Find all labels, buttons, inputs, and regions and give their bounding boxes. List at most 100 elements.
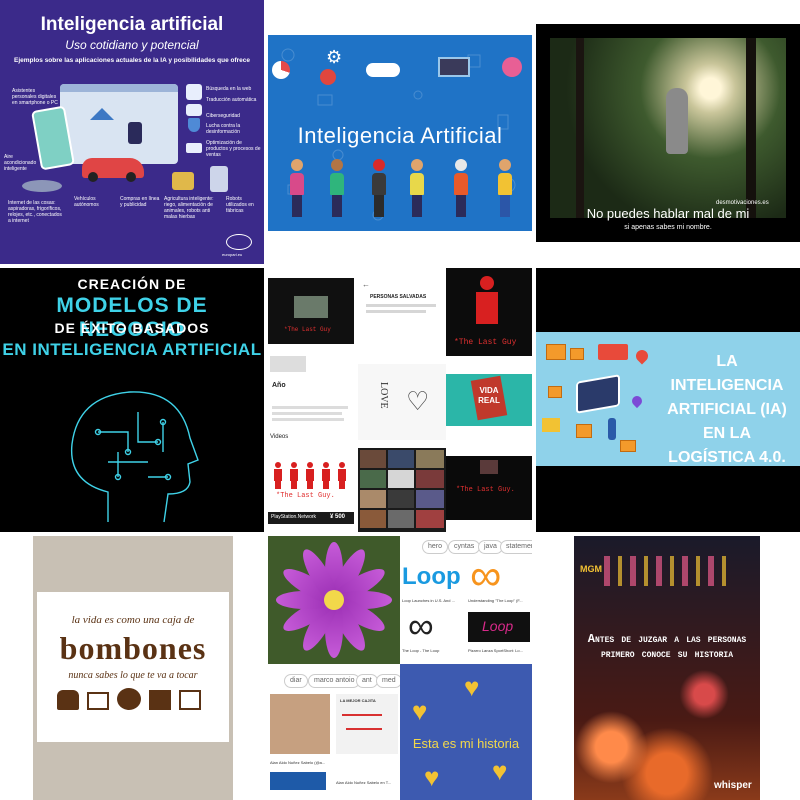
tile-flower-loop-collage[interactable]: hero cyntas java statement Loop ∞ Loop L… [268,536,532,800]
purple-flower-photo [268,536,400,664]
loop-logo: Loop [402,563,461,590]
car-wheel-icon [88,172,98,182]
whisper-logo: whisper [714,780,752,791]
pie-chart-icon [272,61,290,79]
tile5-text-line [272,418,344,421]
circuit-head-icon [70,391,199,523]
card-icon [186,143,202,153]
red-person-icon [476,292,498,324]
chocolate-icon [57,690,79,710]
chocolate-icon [149,690,171,710]
tile-ia-uso-cotidiano[interactable]: Inteligencia artificial Uso cotidiano y … [0,0,264,264]
tile5-small-thumb [480,460,498,474]
filter-chip[interactable]: med [376,674,402,688]
person-figure [498,159,512,217]
tile-last-guy-collage[interactable]: *The Last Guy ← PERSONAS SALVADAS *The L… [268,268,532,532]
city-lights [604,556,734,586]
chocolate-icon [87,692,109,710]
tree-trunk [746,38,756,218]
tile8-red-line [342,714,382,716]
tile8-caption4: Pizarro Lanza SportShort: Lo... [468,648,523,653]
tile1-footer: europarl.eu [222,252,243,257]
infinity-orange-icon: ∞ [470,551,502,600]
tile4-line3: DE ÉXITO BASADOS [54,320,210,336]
tile9-text: Antes de juzgar a las personas primero c… [587,632,747,661]
tile4-line4: EN INTELIGENCIA ARTIFICIAL [2,340,262,359]
heart-icon: ♥ [492,756,508,786]
tile1-label-vehiculos: Vehículos autónomos [74,196,99,208]
tile8-caption6: Alan Aldo Nuñez Sabelo en T... [336,780,392,785]
tile5-panel-thumb [270,356,306,372]
tile1-label-robots: Robots utilizados en fábricas [226,196,254,214]
tile4-line1: CREACIÓN DE [77,276,187,292]
filter-chip[interactable]: marco antoio [308,674,361,688]
globe-icon [320,69,336,85]
tile5-lastguy-label: *The Last Guy [284,326,331,333]
tile5-red-figure-panel: *The Last Guy [446,268,532,356]
tile1-label-ciber: Ciberseguridad [206,113,240,119]
package-icon [546,344,566,360]
profile-results-panel: diar marco antoio ant med LA MEJOR CAJIT… [268,664,402,800]
tile1-subtitle: Uso cotidiano y potencial [65,38,199,52]
person-figure [290,159,304,217]
tile7-line1: la vida es como una caja de [71,614,195,626]
tile-inteligencia-artificial-blue[interactable]: ⚙ Inteligencia Artificial [268,35,532,231]
tile-ia-logistica[interactable]: LA INTELIGENCIA ARTIFICIAL (IA) EN LA LO… [536,268,800,532]
tile5-personas: PERSONAS SALVADAS [370,294,427,300]
tile1-screen-panel [60,84,178,164]
tile-modelos-negocio[interactable]: CREACIÓN DE MODELOS DE NEGOCIO DE ÉXITO … [0,268,264,532]
man-portrait [270,694,330,754]
tile1-label-compras: Compras en línea y publicidad [120,196,160,208]
tile3-sub: si apenas sabes mi nombre. [624,224,712,231]
tile1-label-agricultura: Agricultura inteligente: riego, alimenta… [164,196,214,220]
red-person-icon [480,276,494,290]
person-figure [372,159,386,217]
tile8-caption1: Loop Launches in U.S. And ... [402,598,455,603]
loop-dark-thumb: Loop [468,612,530,642]
translate-icon [186,104,202,116]
magnifier-icon [186,84,202,100]
woman-figure [666,88,688,154]
filter-chip[interactable]: statement [500,540,532,554]
tile-antes-de-juzgar[interactable]: MGM Antes de juzgar a las personas prime… [574,536,760,800]
tile1-label-optimizacion: Optimización de productos y procesos de … [206,140,261,158]
watch-icon [128,122,142,144]
tile5-love-sketch: LOVE ♡ [358,364,446,440]
tile8-story: Esta es mi historia [412,736,520,751]
package-icon [620,440,636,452]
tile8-bubble: LA MEJOR CAJITA [340,698,376,703]
tile8-blue-thumb [270,772,326,790]
tile2-title: Inteligencia Artificial [297,123,503,148]
tile8-caption3: The Loop - The Loop [402,648,440,653]
filter-chip[interactable]: diar [284,674,308,688]
package-icon [576,424,592,438]
tile-caja-de-bombones[interactable]: la vida es como una caja de bombones nun… [33,536,233,800]
tile5-vida-real: VIDA REAL [446,374,532,426]
tile5-vida: VIDA [479,386,499,395]
heart-icon: ♥ [412,696,428,726]
wheat-icon [172,172,194,190]
tile8-bubble-thumb: LA MEJOR CAJITA [336,694,398,754]
cloud-icon [366,63,400,77]
tile5-phone-line [366,304,436,307]
tile5-lastguy-label-2: *The Last Guy [454,338,517,347]
car-wheel-icon [126,172,136,182]
robot-arm-icon [210,166,228,192]
house-icon [90,108,114,120]
tile7-line2: bombones [59,630,207,666]
tile1-label-internet: Internet de las cosas: aspiradoras, frig… [8,200,62,224]
tile5-phone-ui: ← PERSONAS SALVADAS [358,278,446,344]
heart-icon: ♥ [424,762,440,792]
filter-chip[interactable]: ant [356,674,378,688]
tile5-lastguy2-label-b: *The Last Guy. [456,486,515,494]
tile1-label-traduccion: Traducción automática [206,97,257,103]
tile5-phone-line [366,310,426,313]
filter-chip[interactable]: hero [422,540,449,554]
package-icon [570,348,584,360]
vacuum-icon [22,180,62,192]
tile5-building [294,296,328,318]
tile-desmotivaciones[interactable]: desmotivaciones.es No puedes hablar mal … [536,24,800,242]
tile5-real: REAL [478,396,500,405]
mgm-sign: MGM [580,564,602,574]
person-figure [330,159,344,217]
